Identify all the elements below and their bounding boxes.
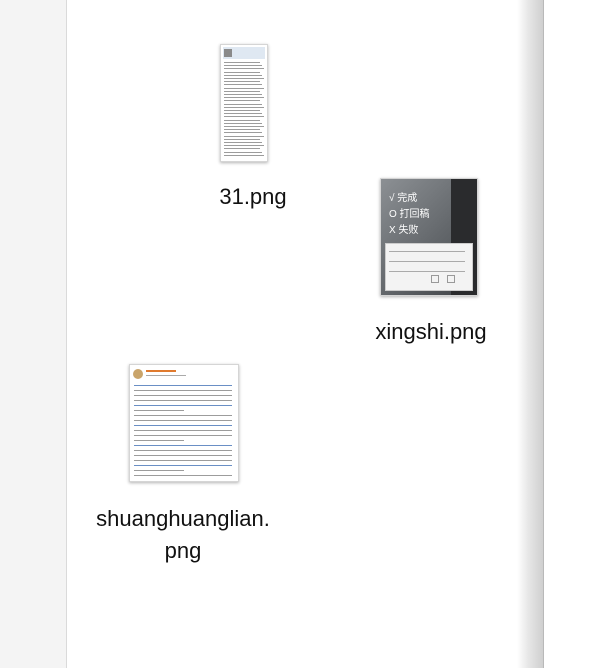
thumbnail-text-line bbox=[134, 435, 232, 436]
thumbnail-text-line bbox=[134, 440, 184, 441]
thumbnail-text-line bbox=[224, 119, 260, 121]
thumbnail-text-line bbox=[134, 450, 232, 451]
file-name-label[interactable]: 31.png bbox=[193, 181, 313, 213]
status-failed-text: X 失败 bbox=[389, 225, 419, 236]
thumbnail-text-line bbox=[224, 116, 264, 118]
thumbnail-text-line bbox=[224, 113, 262, 115]
window-background bbox=[544, 0, 602, 668]
thumbnail-text-line bbox=[224, 78, 264, 79]
document-thumbnail-icon[interactable] bbox=[220, 44, 268, 162]
thumbnail-text-line bbox=[224, 97, 264, 99]
thumbnail-text-line bbox=[224, 68, 264, 70]
thumbnail-text-line bbox=[224, 103, 262, 105]
thumbnail-text-line bbox=[224, 74, 262, 76]
file-icon-31[interactable]: 31.png bbox=[208, 42, 298, 222]
thumbnail-text-line bbox=[224, 129, 260, 131]
thumbnail-text-line bbox=[134, 455, 232, 456]
thumbnail-text-line bbox=[224, 84, 262, 86]
file-name-label[interactable]: xingshi.png bbox=[356, 316, 506, 348]
photo-thumbnail-icon[interactable]: √ 完成 O 打回稿 X 失败 bbox=[380, 178, 478, 296]
thumbnail-text-line bbox=[224, 122, 262, 124]
thumbnail-text-line bbox=[134, 465, 232, 466]
thumbnail-text-line bbox=[134, 385, 232, 386]
file-icon-shuanghuanglian[interactable]: shuanghuanglian. png bbox=[67, 362, 299, 572]
thumbnail-text-line bbox=[134, 410, 184, 411]
thumbnail-text-line bbox=[224, 151, 262, 153]
thumbnail-text-line bbox=[224, 132, 262, 134]
thumbnail-text-line bbox=[224, 110, 260, 111]
thumbnail-text-line bbox=[224, 126, 264, 127]
thumbnail-text-line bbox=[224, 142, 262, 143]
panel-shadow-divider bbox=[517, 0, 544, 668]
thumbnail-text-line bbox=[224, 145, 264, 147]
status-complete-text: √ 完成 bbox=[389, 193, 418, 204]
thumbnail-text-line bbox=[224, 81, 260, 83]
thumbnail-text-line bbox=[224, 154, 264, 156]
thumbnail-text-line bbox=[134, 405, 232, 406]
thumbnail-text-line bbox=[134, 395, 232, 396]
thumbnail-text-line bbox=[224, 65, 262, 67]
thumbnail-text-line bbox=[224, 135, 264, 137]
thumbnail-text-line bbox=[224, 90, 260, 92]
thumbnail-text-line bbox=[134, 470, 184, 471]
thumbnail-text-line bbox=[224, 62, 260, 63]
status-returned-text: O 打回稿 bbox=[389, 209, 430, 220]
thumbnail-text-line bbox=[224, 71, 260, 73]
desktop-canvas[interactable]: 31.png √ 完成 O 打回稿 X 失败 xingshi.png shuan… bbox=[67, 0, 517, 668]
thumbnail-text-line bbox=[224, 94, 262, 95]
thumbnail-text-line bbox=[134, 460, 232, 461]
thumbnail-text-line bbox=[134, 390, 232, 391]
thumbnail-text-line bbox=[224, 87, 264, 89]
thumbnail-text-line bbox=[224, 138, 260, 140]
thumbnail-text-line bbox=[134, 415, 232, 416]
thumbnail-text-line bbox=[134, 420, 232, 421]
thumbnail-text-line bbox=[224, 148, 260, 150]
thumbnail-text-line bbox=[134, 475, 232, 476]
weibo-post-thumbnail-icon[interactable] bbox=[129, 364, 239, 482]
file-name-label[interactable]: shuanghuanglian. png bbox=[67, 503, 299, 567]
thumbnail-text-line bbox=[134, 425, 232, 426]
thumbnail-text-line bbox=[134, 400, 232, 401]
thumbnail-text-line bbox=[134, 430, 232, 431]
sidebar-edge bbox=[0, 0, 67, 668]
file-icon-xingshi[interactable]: √ 完成 O 打回稿 X 失败 xingshi.png bbox=[361, 176, 501, 356]
thumbnail-text-line bbox=[134, 445, 232, 446]
thumbnail-text-line bbox=[224, 106, 264, 108]
thumbnail-text-line bbox=[224, 100, 260, 102]
